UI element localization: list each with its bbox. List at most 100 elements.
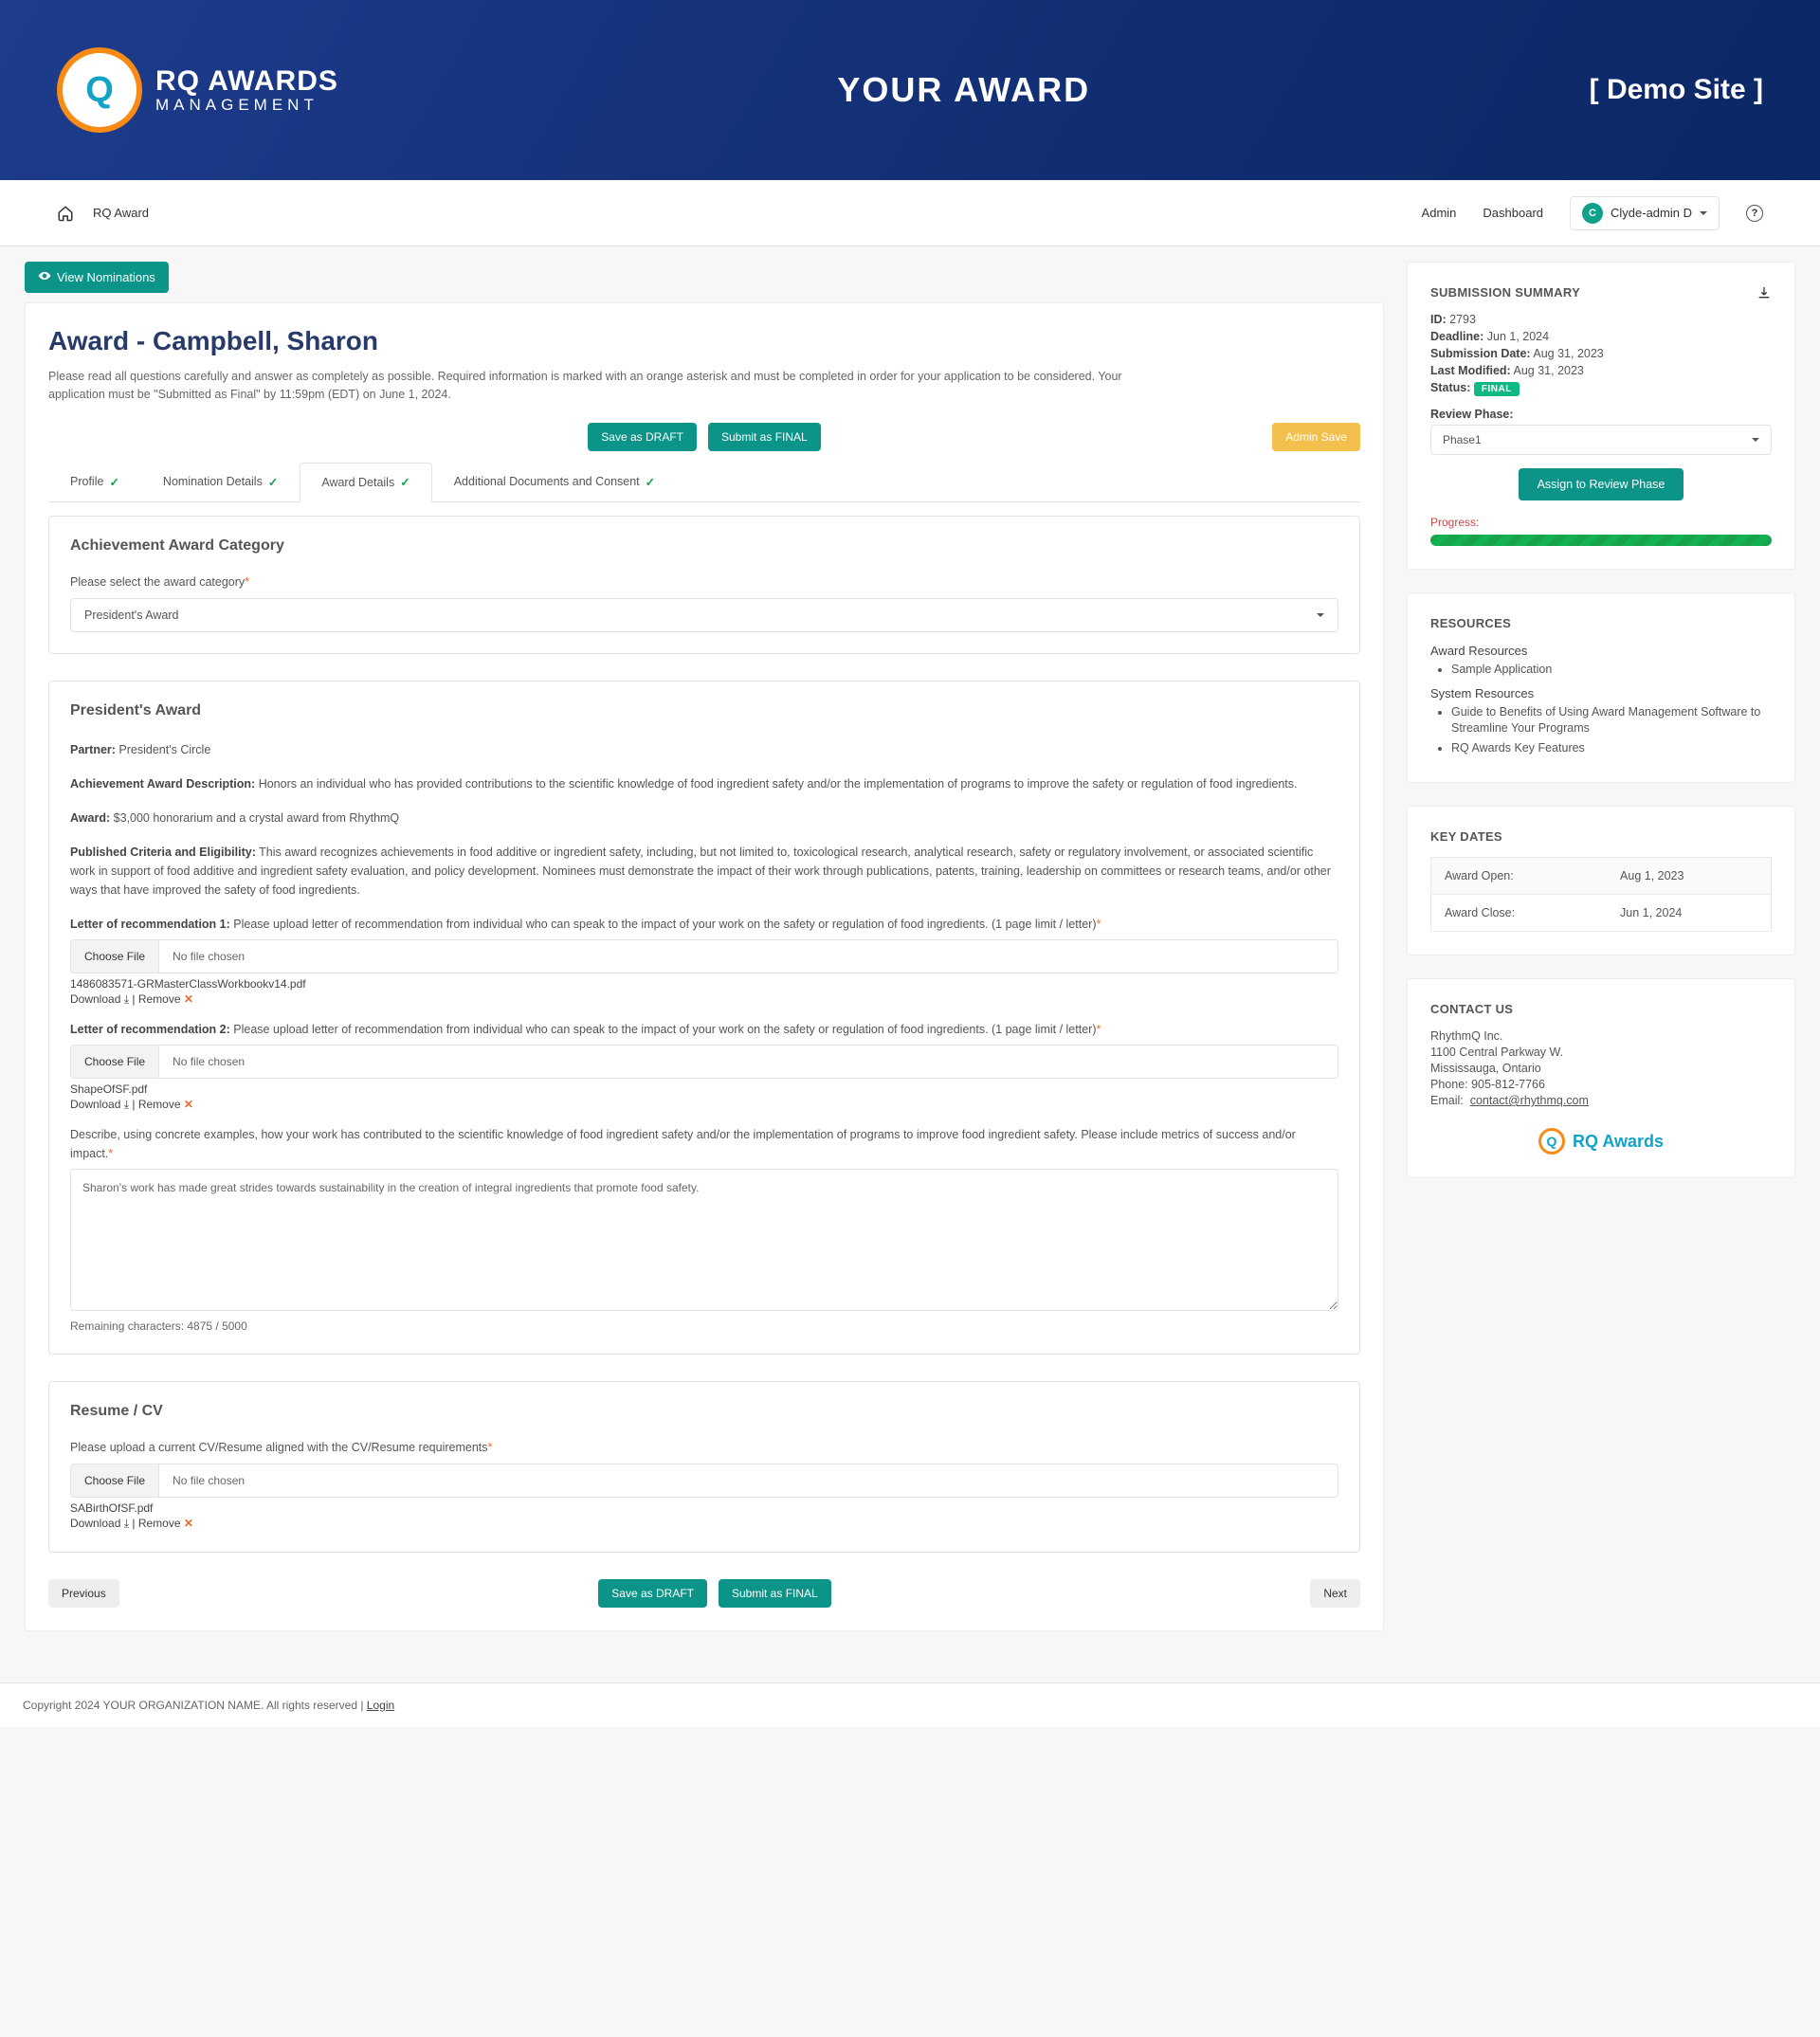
view-nominations-button[interactable]: View Nominations	[25, 262, 169, 293]
tab-profile[interactable]: Profile✓	[48, 463, 141, 501]
tab-award-details[interactable]: Award Details✓	[300, 463, 431, 502]
topbar: RQ Award Admin Dashboard C Clyde-admin D…	[0, 180, 1820, 246]
logo-line2: MANAGEMENT	[155, 97, 338, 115]
choose-file-button[interactable]: Choose File	[71, 1046, 159, 1078]
submit-final-button-bottom[interactable]: Submit as FINAL	[719, 1579, 831, 1608]
panel-heading: President's Award	[70, 702, 1338, 719]
check-icon: ✓	[400, 475, 410, 489]
choose-file-button[interactable]: Choose File	[71, 940, 159, 973]
remove-link[interactable]: Remove ✕	[138, 1517, 193, 1530]
x-icon: ✕	[184, 1098, 193, 1111]
table-row: Award Close:Jun 1, 2024	[1431, 895, 1772, 932]
partner-value: President's Circle	[118, 743, 210, 756]
user-menu[interactable]: C Clyde-admin D	[1570, 196, 1720, 230]
tab-additional-docs[interactable]: Additional Documents and Consent✓	[432, 463, 677, 501]
tab-nomination-details[interactable]: Nomination Details✓	[141, 463, 300, 501]
remove-link[interactable]: Remove ✕	[138, 1098, 193, 1111]
admin-save-button[interactable]: Admin Save	[1272, 423, 1360, 451]
help-icon[interactable]: ?	[1746, 205, 1763, 222]
rec2-label: Letter of recommendation 2:	[70, 1023, 230, 1036]
user-name: Clyde-admin D	[1611, 206, 1692, 220]
tabs: Profile✓ Nomination Details✓ Award Detai…	[48, 463, 1360, 502]
next-button[interactable]: Next	[1310, 1579, 1360, 1608]
panel-resume: Resume / CV Please upload a current CV/R…	[48, 1381, 1360, 1553]
previous-button[interactable]: Previous	[48, 1579, 119, 1608]
char-remaining: Remaining characters: 4875 / 5000	[70, 1319, 1338, 1333]
contact-heading: CONTACT US	[1430, 1002, 1772, 1016]
choose-file-button[interactable]: Choose File	[71, 1464, 159, 1497]
award-label: Award:	[70, 811, 110, 825]
brand-logo: Q RQ AWARDS MANAGEMENT	[57, 47, 338, 133]
summary-submission-date: Aug 31, 2023	[1533, 347, 1603, 360]
progress-label: Progress:	[1430, 516, 1772, 529]
download-link[interactable]: Download	[70, 1098, 129, 1111]
nav-admin[interactable]: Admin	[1422, 206, 1457, 220]
assign-review-phase-button[interactable]: Assign to Review Phase	[1519, 468, 1684, 500]
criteria-value: This award recognizes achievements in fo…	[70, 846, 1331, 897]
contact-card: CONTACT US RhythmQ Inc. 1100 Central Par…	[1407, 978, 1795, 1178]
review-phase-select[interactable]: Phase1	[1430, 425, 1772, 455]
key-dates-card: KEY DATES Award Open:Aug 1, 2023 Award C…	[1407, 806, 1795, 955]
award-category-select[interactable]: President's Award	[70, 598, 1338, 632]
rec1-text: Please upload letter of recommendation f…	[233, 918, 1096, 931]
file-input-rec2[interactable]: Choose File No file chosen	[70, 1045, 1338, 1079]
download-link[interactable]: Download	[70, 1517, 129, 1530]
logo-line1: RQ AWARDS	[155, 65, 338, 97]
page-title: Award - Campbell, Sharon	[48, 326, 1360, 356]
panel-heading: Resume / CV	[70, 1403, 1338, 1420]
status-badge: FINAL	[1474, 382, 1520, 396]
resources-system-sub: System Resources	[1430, 686, 1772, 700]
breadcrumb-home[interactable]: RQ Award	[93, 206, 149, 220]
file-input-rec1[interactable]: Choose File No file chosen	[70, 939, 1338, 973]
field-label-category: Please select the award category*	[70, 575, 1338, 589]
remove-link[interactable]: Remove ✕	[138, 992, 193, 1006]
banner-title: YOUR AWARD	[837, 70, 1090, 110]
uploaded-file-resume: SABirthOfSF.pdf	[70, 1501, 1338, 1515]
resources-heading: RESOURCES	[1430, 616, 1772, 630]
summary-id: 2793	[1449, 313, 1476, 326]
award-value: $3,000 honorarium and a crystal award fr…	[114, 811, 400, 825]
summary-deadline: Jun 1, 2024	[1487, 330, 1549, 343]
save-draft-button[interactable]: Save as DRAFT	[588, 423, 697, 451]
save-draft-button-bottom[interactable]: Save as DRAFT	[598, 1579, 707, 1608]
rec2-text: Please upload letter of recommendation f…	[233, 1023, 1096, 1036]
progress-bar	[1430, 535, 1772, 546]
submit-final-button[interactable]: Submit as FINAL	[708, 423, 821, 451]
resource-link[interactable]: RQ Awards Key Features	[1451, 740, 1772, 757]
home-icon[interactable]	[57, 205, 74, 222]
partner-label: Partner:	[70, 743, 116, 756]
no-file-label: No file chosen	[159, 1046, 258, 1078]
resource-link[interactable]: Sample Application	[1451, 662, 1772, 679]
no-file-label: No file chosen	[159, 1464, 258, 1497]
describe-textarea[interactable]	[70, 1169, 1338, 1311]
check-icon: ✓	[109, 475, 118, 489]
resources-award-sub: Award Resources	[1430, 644, 1772, 658]
chevron-down-icon	[1317, 613, 1324, 621]
chevron-down-icon	[1752, 438, 1759, 446]
field-label-resume: Please upload a current CV/Resume aligne…	[70, 1441, 1338, 1454]
table-row: Award Open:Aug 1, 2023	[1431, 858, 1772, 895]
nav-dashboard[interactable]: Dashboard	[1483, 206, 1543, 220]
download-link[interactable]: Download	[70, 992, 129, 1006]
contact-email-link[interactable]: contact@rhythmq.com	[1470, 1094, 1589, 1107]
key-dates-heading: KEY DATES	[1430, 829, 1772, 844]
page-footer: Copyright 2024 YOUR ORGANIZATION NAME. A…	[0, 1682, 1820, 1727]
footer-login-link[interactable]: Login	[367, 1699, 394, 1712]
x-icon: ✕	[184, 1517, 193, 1530]
rq-awards-logo: Q RQ Awards	[1430, 1128, 1772, 1155]
contact-line: RhythmQ Inc.	[1430, 1029, 1772, 1043]
resource-link[interactable]: Guide to Benefits of Using Award Managem…	[1451, 704, 1772, 737]
panel-presidents-award: President's Award Partner: President's C…	[48, 681, 1360, 1355]
download-icon[interactable]	[1756, 285, 1772, 300]
no-file-label: No file chosen	[159, 940, 258, 973]
panel-award-category: Achievement Award Category Please select…	[48, 516, 1360, 654]
criteria-label: Published Criteria and Eligibility:	[70, 846, 256, 859]
eye-icon	[38, 269, 51, 285]
contact-line: Mississauga, Ontario	[1430, 1062, 1772, 1075]
page-description: Please read all questions carefully and …	[48, 368, 1167, 404]
review-phase-label: Review Phase:	[1430, 408, 1514, 421]
contact-line: Phone: 905-812-7766	[1430, 1078, 1772, 1091]
file-input-resume[interactable]: Choose File No file chosen	[70, 1464, 1338, 1498]
resources-card: RESOURCES Award Resources Sample Applica…	[1407, 592, 1795, 783]
uploaded-file-rec2: ShapeOfSF.pdf	[70, 1082, 1338, 1096]
